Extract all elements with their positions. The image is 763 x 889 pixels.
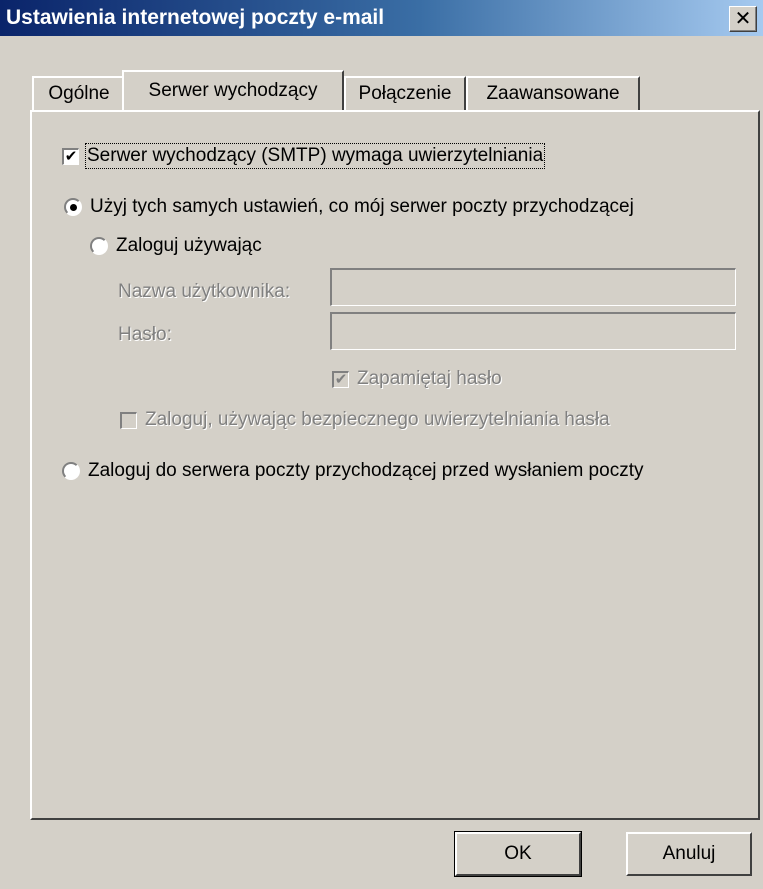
- tab-outgoing-server[interactable]: Serwer wychodzący: [122, 70, 344, 110]
- use-same-settings-radio-row[interactable]: Użyj tych samych ustawień, co mój serwer…: [64, 196, 634, 218]
- use-same-settings-label: Użyj tych samych ustawień, co mój serwer…: [90, 196, 634, 217]
- tab-label: Ogólne: [48, 83, 110, 104]
- smtp-auth-label: Serwer wychodzący (SMTP) wymaga uwierzyt…: [84, 143, 546, 169]
- smtp-auth-checkbox[interactable]: ✔: [62, 147, 79, 165]
- log-on-using-radio[interactable]: [90, 237, 108, 255]
- dialog-window: Ustawienia internetowej poczty e-mail ✕ …: [0, 0, 763, 889]
- smtp-auth-checkbox-row[interactable]: ✔ Serwer wychodzący (SMTP) wymaga uwierz…: [62, 143, 546, 169]
- ok-button[interactable]: OK: [454, 831, 582, 877]
- remember-password-label: Zapamiętaj hasło: [357, 368, 502, 389]
- close-button[interactable]: ✕: [729, 6, 757, 32]
- remember-password-checkbox[interactable]: ✔: [332, 370, 349, 388]
- log-on-incoming-first-label: Zaloguj do serwera poczty przychodzącej …: [88, 460, 644, 481]
- log-on-using-radio-row[interactable]: Zaloguj używając: [90, 235, 262, 257]
- password-input[interactable]: [330, 312, 736, 350]
- window-title: Ustawienia internetowej poczty e-mail: [6, 6, 385, 29]
- username-input[interactable]: [330, 268, 736, 306]
- log-on-incoming-first-radio[interactable]: [62, 462, 80, 480]
- tab-general[interactable]: Ogólne: [32, 76, 126, 110]
- cancel-button[interactable]: Anuluj: [626, 832, 752, 876]
- tab-label: Serwer wychodzący: [148, 80, 318, 101]
- remember-password-row[interactable]: ✔ Zapamiętaj hasło: [332, 368, 502, 390]
- log-on-incoming-first-row[interactable]: Zaloguj do serwera poczty przychodzącej …: [62, 460, 643, 482]
- tab-label: Zaawansowane: [486, 83, 620, 104]
- tab-label: Połączenie: [358, 83, 452, 104]
- spa-checkbox[interactable]: [120, 411, 137, 429]
- radio-dot-icon: [69, 203, 77, 211]
- cancel-button-label: Anuluj: [662, 843, 716, 864]
- ok-button-label: OK: [504, 843, 532, 864]
- password-label: Hasło:: [118, 324, 172, 345]
- tab-connection[interactable]: Połączenie: [344, 76, 466, 110]
- title-bar: Ustawienia internetowej poczty e-mail ✕: [0, 0, 763, 36]
- spa-label: Zaloguj, używając bezpiecznego uwierzyte…: [145, 409, 610, 430]
- close-icon: ✕: [734, 8, 752, 30]
- username-label: Nazwa użytkownika:: [118, 281, 291, 302]
- use-same-settings-radio[interactable]: [64, 198, 82, 216]
- tab-advanced[interactable]: Zaawansowane: [466, 76, 640, 110]
- log-on-using-label: Zaloguj używając: [116, 235, 262, 256]
- spa-row[interactable]: Zaloguj, używając bezpiecznego uwierzyte…: [120, 409, 610, 431]
